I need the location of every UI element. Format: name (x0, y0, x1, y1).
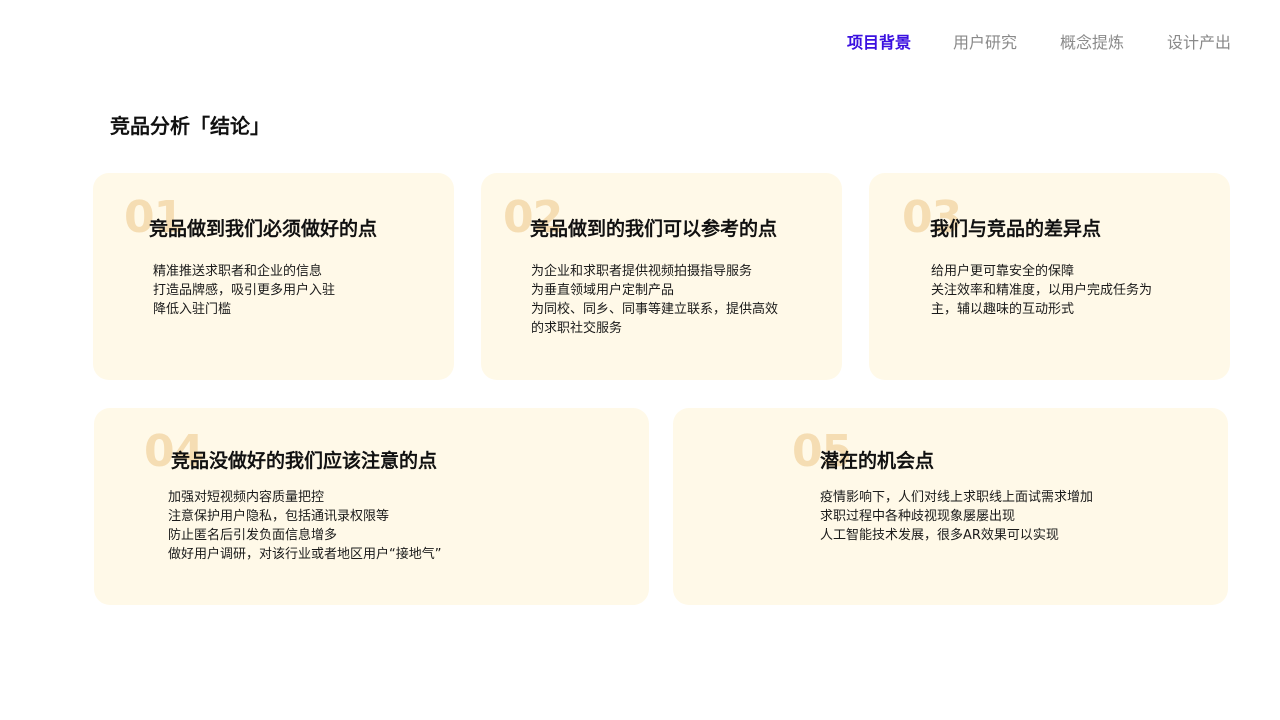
card-point-list: 疫情影响下，人们对线上求职线上面试需求增加 求职过程中各种歧视现象屡屡出现 人工… (820, 488, 1093, 545)
conclusion-card-03: 03 我们与竞品的差异点 给用户更可靠安全的保障 关注效率和精准度，以用户完成任… (869, 173, 1230, 380)
nav-item-user-research[interactable]: 用户研究 (953, 32, 1017, 54)
nav-item-project-background[interactable]: 项目背景 (847, 32, 911, 54)
card-point: 为企业和求职者提供视频拍摄指导服务 (531, 264, 753, 279)
card-point-list: 加强对短视频内容质量把控 注意保护用户隐私，包括通讯录权限等 防止匿名后引发负面… (168, 488, 441, 564)
card-point: 注意保护用户隐私，包括通讯录权限等 (168, 509, 390, 524)
card-point: 防止匿名后引发负面信息增多 (168, 528, 338, 543)
card-point: 求职过程中各种歧视现象屡屡出现 (820, 509, 1016, 524)
conclusion-card-01: 01 竞品做到我们必须做好的点 精准推送求职者和企业的信息 打造品牌感，吸引更多… (93, 173, 454, 380)
card-point: 打造品牌感，吸引更多用户入驻 (153, 283, 336, 298)
slide-page: 项目背景 用户研究 概念提炼 设计产出 竞品分析「结论」 01 竞品做到我们必须… (0, 0, 1280, 720)
card-point: 给用户更可靠安全的保障 (931, 264, 1075, 279)
top-navigation: 项目背景 用户研究 概念提炼 设计产出 (846, 32, 1246, 56)
card-title: 竞品做到我们必须做好的点 (149, 218, 378, 240)
card-title: 我们与竞品的差异点 (930, 218, 1102, 240)
card-point: 疫情影响下，人们对线上求职线上面试需求增加 (820, 490, 1094, 505)
card-point: 做好用户调研，对该行业或者地区用户“接地气” (168, 547, 442, 562)
card-point-list: 给用户更可靠安全的保障 关注效率和精准度，以用户完成任务为 主，辅以趣味的互动形… (931, 262, 1152, 319)
card-point: 加强对短视频内容质量把控 (168, 490, 325, 505)
card-point: 主，辅以趣味的互动形式 (931, 302, 1075, 317)
card-title: 竞品做到的我们可以参考的点 (530, 218, 778, 240)
card-point: 的求职社交服务 (531, 321, 623, 336)
card-point: 人工智能技术发展，很多AR效果可以实现 (820, 528, 1059, 543)
card-point-list: 精准推送求职者和企业的信息 打造品牌感，吸引更多用户入驻 降低入驻门槛 (153, 262, 335, 319)
card-title: 竞品没做好的我们应该注意的点 (171, 450, 438, 472)
conclusion-card-05: 05 潜在的机会点 疫情影响下，人们对线上求职线上面试需求增加 求职过程中各种歧… (673, 408, 1228, 605)
card-point: 为同校、同乡、同事等建立联系，提供高效 (531, 302, 779, 317)
card-point: 为垂直领域用户定制产品 (531, 283, 675, 298)
conclusion-card-02: 02 竞品做到的我们可以参考的点 为企业和求职者提供视频拍摄指导服务 为垂直领域… (481, 173, 842, 380)
nav-item-design-output[interactable]: 设计产出 (1167, 32, 1231, 54)
card-point: 降低入驻门槛 (153, 302, 232, 317)
nav-item-concept-extraction[interactable]: 概念提炼 (1060, 32, 1124, 54)
card-title: 潜在的机会点 (820, 450, 935, 472)
card-point-list: 为企业和求职者提供视频拍摄指导服务 为垂直领域用户定制产品 为同校、同乡、同事等… (531, 262, 778, 338)
card-point: 关注效率和精准度，以用户完成任务为 (931, 283, 1153, 298)
conclusion-card-04: 04 竞品没做好的我们应该注意的点 加强对短视频内容质量把控 注意保护用户隐私，… (94, 408, 649, 605)
section-title: 竞品分析「结论」 (110, 114, 270, 138)
card-point: 精准推送求职者和企业的信息 (153, 264, 323, 279)
